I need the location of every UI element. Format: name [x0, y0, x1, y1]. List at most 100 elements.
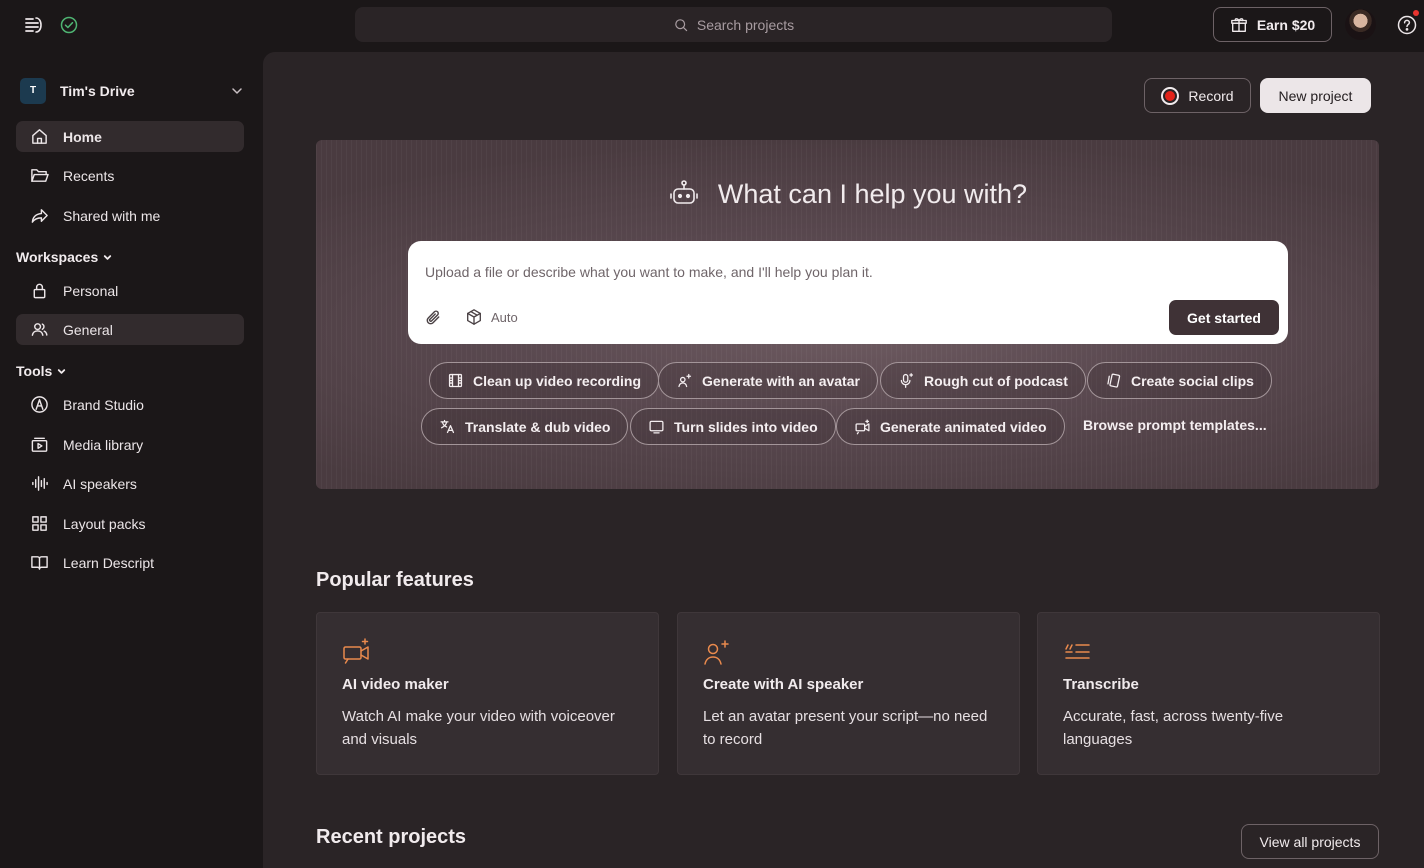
chip-slides-to-video[interactable]: Turn slides into video	[630, 408, 836, 445]
sidebar-item-label: Media library	[63, 436, 144, 453]
record-icon	[1161, 86, 1180, 105]
grid-icon	[32, 516, 47, 531]
notification-dot	[1413, 10, 1419, 16]
chip-social-clips[interactable]: Create social clips	[1087, 362, 1272, 399]
prompt-input[interactable]: Upload a file or describe what you want …	[425, 264, 873, 280]
recent-projects-heading: Recent projects	[316, 826, 467, 848]
record-label: Record	[1188, 87, 1234, 104]
sidebar-item-label: Personal	[63, 282, 119, 299]
drive-switcher[interactable]: T Tim's Drive	[20, 77, 244, 104]
chip-generate-avatar[interactable]: Generate with an avatar	[658, 362, 878, 399]
share-icon	[31, 209, 48, 223]
slides-icon	[649, 420, 664, 434]
hero-title-text: What can I help you with?	[717, 178, 1028, 209]
feature-card-title: AI video maker	[342, 676, 449, 693]
brand-icon	[31, 396, 48, 413]
get-started-button[interactable]: Get started	[1169, 300, 1279, 335]
sidebar-item-media-library[interactable]: Media library	[16, 429, 244, 460]
sidebar-item-label: Brand Studio	[63, 396, 144, 413]
person-sparkle-icon	[704, 640, 729, 665]
workspaces-label: Workspaces	[16, 249, 99, 265]
sidebar: T Tim's Drive Home Recents Shared with m…	[0, 50, 262, 868]
tools-section-toggle[interactable]: Tools	[16, 363, 67, 379]
chip-label: Turn slides into video	[674, 418, 818, 435]
new-project-button[interactable]: New project	[1260, 78, 1371, 113]
tools-label: Tools	[16, 363, 53, 379]
users-icon	[31, 323, 48, 336]
sidebar-item-learn-descript[interactable]: Learn Descript	[16, 547, 244, 578]
help-icon[interactable]	[1396, 14, 1418, 36]
lock-icon	[33, 283, 46, 299]
feature-card-title: Transcribe	[1063, 676, 1139, 693]
view-all-projects-button[interactable]: View all projects	[1241, 824, 1379, 859]
paperclip-icon[interactable]	[424, 308, 443, 327]
robot-icon	[670, 180, 698, 204]
assistant-hero: What can I help you with? Upload a file …	[316, 140, 1379, 489]
chip-label: Generate with an avatar	[702, 372, 860, 389]
descript-logo-icon[interactable]	[22, 14, 44, 36]
sidebar-item-brand-studio[interactable]: Brand Studio	[16, 389, 244, 420]
sidebar-item-ai-speakers[interactable]: AI speakers	[16, 468, 244, 499]
record-button[interactable]: Record	[1144, 78, 1251, 113]
waveform-icon	[32, 476, 48, 491]
chevron-down-icon	[232, 87, 242, 94]
feature-card-transcribe[interactable]: Transcribe Accurate, fast, across twenty…	[1037, 612, 1380, 775]
feature-card-desc: Let an avatar present your script—no nee…	[703, 708, 988, 748]
chip-label: Clean up video recording	[473, 372, 642, 389]
folder-icon	[31, 169, 49, 182]
sidebar-item-layout-packs[interactable]: Layout packs	[16, 508, 244, 539]
chip-animated-video[interactable]: Generate animated video	[836, 408, 1065, 445]
hero-title: What can I help you with?	[316, 178, 1379, 210]
feature-card-desc: Watch AI make your video with voiceover …	[342, 708, 615, 748]
sync-status-icon[interactable]	[59, 15, 79, 35]
chip-rough-cut-podcast[interactable]: Rough cut of podcast	[880, 362, 1086, 399]
film-icon	[448, 373, 463, 388]
sidebar-item-personal[interactable]: Personal	[16, 275, 244, 306]
sidebar-item-label: Learn Descript	[63, 554, 155, 571]
book-icon	[31, 556, 48, 570]
model-mode-selector[interactable]: Auto	[465, 308, 518, 326]
user-avatar[interactable]	[1345, 9, 1376, 40]
main-panel: Record New project What can I help you w…	[263, 52, 1424, 868]
chip-label: Generate animated video	[880, 418, 1047, 435]
translate-icon	[440, 419, 455, 434]
sidebar-item-label: Recents	[63, 167, 115, 184]
chip-label: Rough cut of podcast	[924, 372, 1068, 389]
top-bar: Search projects Earn $20	[0, 0, 1424, 50]
feature-card-desc: Accurate, fast, across twenty-five langu…	[1063, 708, 1284, 748]
home-icon	[32, 129, 47, 144]
workspaces-section-toggle[interactable]: Workspaces	[16, 249, 113, 265]
video-camera-sparkle-icon	[343, 638, 369, 664]
video-sparkle-icon	[855, 419, 870, 435]
drive-badge: T	[20, 77, 46, 104]
chip-label: Translate & dub video	[465, 418, 611, 435]
mode-label: Auto	[491, 309, 518, 325]
sidebar-item-general[interactable]: General	[16, 314, 244, 345]
search-icon	[675, 18, 688, 31]
sidebar-item-label: General	[63, 321, 113, 338]
sidebar-item-shared[interactable]: Shared with me	[16, 200, 244, 231]
sidebar-item-home[interactable]: Home	[16, 121, 244, 152]
feature-card-title: Create with AI speaker	[703, 676, 864, 693]
prompt-box[interactable]: Upload a file or describe what you want …	[408, 241, 1288, 344]
sidebar-item-recents[interactable]: Recents	[16, 160, 244, 191]
chip-translate-dub[interactable]: Translate & dub video	[421, 408, 629, 445]
sidebar-item-label: Home	[63, 128, 102, 145]
chevron-down-icon	[104, 254, 112, 260]
drive-name: Tim's Drive	[60, 82, 135, 99]
media-library-icon	[31, 437, 48, 452]
browse-templates-link[interactable]: Browse prompt templates...	[1083, 417, 1267, 433]
chip-clean-up-video[interactable]: Clean up video recording	[429, 362, 660, 399]
search-placeholder: Search projects	[696, 16, 795, 33]
search-input[interactable]: Search projects	[355, 7, 1112, 42]
sidebar-item-label: AI speakers	[63, 475, 137, 492]
feature-card-ai-speaker[interactable]: Create with AI speaker Let an avatar pre…	[677, 612, 1020, 775]
microphone-sparkle-icon	[900, 373, 914, 388]
sidebar-item-label: Layout packs	[63, 515, 146, 532]
feature-card-ai-video-maker[interactable]: AI video maker Watch AI make your video …	[316, 612, 659, 775]
phone-clips-icon	[1107, 373, 1121, 388]
earn-referral-button[interactable]: Earn $20	[1213, 7, 1332, 42]
chevron-down-icon	[58, 368, 66, 374]
chip-label: Create social clips	[1131, 372, 1254, 389]
sidebar-item-label: Shared with me	[63, 207, 161, 224]
